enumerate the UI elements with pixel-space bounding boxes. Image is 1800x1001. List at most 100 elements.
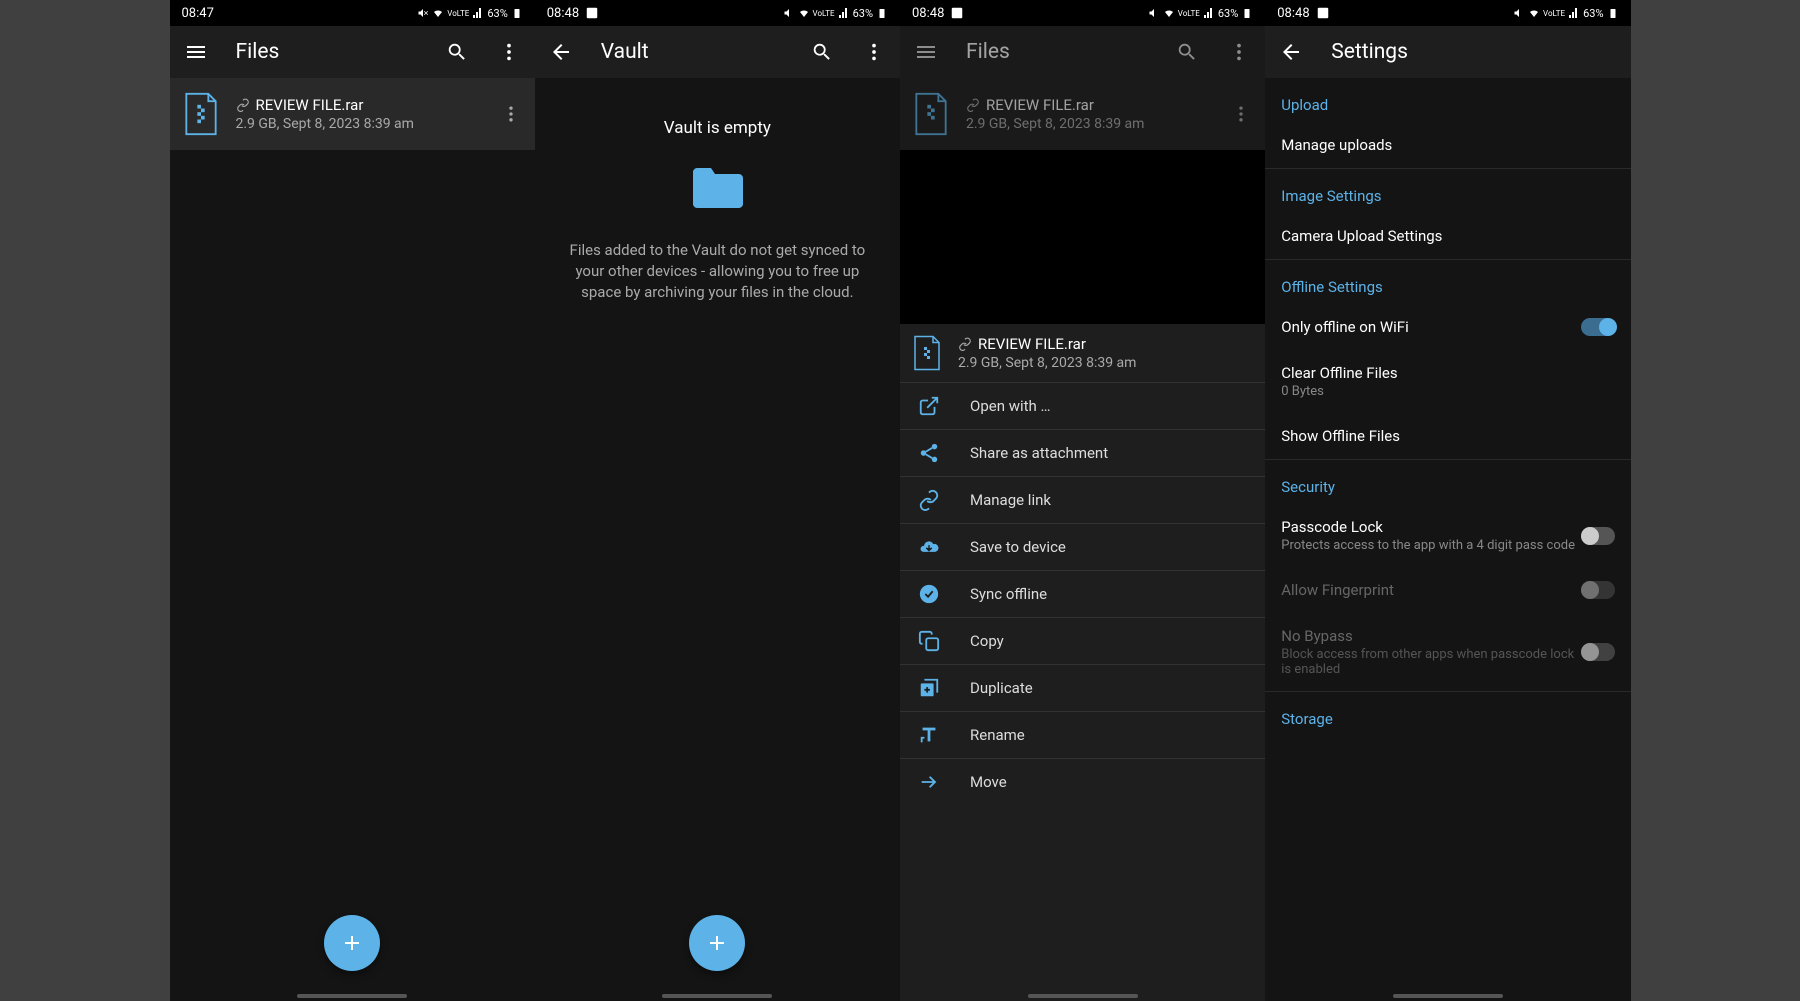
menu-rename[interactable]: Rename (900, 711, 1265, 758)
status-bar: 08:48 VoLTE 63% (535, 0, 900, 26)
app-bar: Vault (535, 26, 900, 78)
notification-icon (585, 6, 599, 20)
item-clear-offline[interactable]: Clear Offline Files 0 Bytes (1265, 350, 1630, 413)
file-more-icon[interactable] (499, 102, 523, 126)
file-meta: 2.9 GB, Sept 8, 2023 8:39 am (966, 116, 1213, 132)
text-icon (918, 724, 940, 746)
item-only-wifi[interactable]: Only offline on WiFi (1265, 304, 1630, 350)
rar-file-icon (912, 335, 942, 371)
notification-icon (1316, 6, 1330, 20)
page-title: Settings (1331, 40, 1616, 64)
item-passcode[interactable]: Passcode Lock Protects access to the app… (1265, 504, 1630, 567)
status-time: 08:48 (547, 6, 579, 21)
open-external-icon (918, 395, 940, 417)
file-row[interactable]: REVIEW FILE.rar 2.9 GB, Sept 8, 2023 8:3… (170, 78, 535, 150)
scrim[interactable] (900, 150, 1265, 324)
vault-empty-desc: Files added to the Vault do not get sync… (555, 240, 880, 303)
app-bar: Files (170, 26, 535, 78)
item-manage-uploads[interactable]: Manage uploads (1265, 122, 1630, 169)
copy-icon (918, 630, 940, 652)
mute-icon (1148, 7, 1160, 19)
file-more-icon[interactable] (1229, 102, 1253, 126)
toggle-only-wifi[interactable] (1581, 318, 1615, 336)
sheet-header: REVIEW FILE.rar 2.9 GB, Sept 8, 2023 8:3… (900, 324, 1265, 382)
mute-icon (783, 7, 795, 19)
battery-pct: 63% (1218, 7, 1238, 20)
search-icon[interactable] (445, 40, 469, 64)
section-upload: Upload (1265, 78, 1630, 122)
link-icon (958, 337, 972, 351)
nav-gesture-bar (535, 991, 900, 1001)
menu-duplicate[interactable]: Duplicate (900, 664, 1265, 711)
app-bar: Settings (1265, 26, 1630, 78)
more-icon[interactable] (497, 40, 521, 64)
battery-icon (511, 7, 523, 19)
signal-icon (1568, 7, 1580, 19)
file-name: REVIEW FILE.rar (986, 96, 1094, 114)
status-time: 08:48 (912, 6, 944, 21)
page-title: Files (966, 40, 1147, 64)
section-storage: Storage (1265, 692, 1630, 728)
item-camera-upload[interactable]: Camera Upload Settings (1265, 213, 1630, 260)
nav-gesture-bar (900, 991, 1265, 1001)
more-icon[interactable] (862, 40, 886, 64)
wifi-icon (432, 7, 444, 19)
back-icon[interactable] (1279, 40, 1303, 64)
rar-file-icon (182, 92, 220, 136)
nav-gesture-bar (170, 991, 535, 1001)
nav-gesture-bar (1265, 991, 1630, 1001)
cloud-download-icon (918, 536, 940, 558)
menu-share[interactable]: Share as attachment (900, 429, 1265, 476)
wifi-icon (1163, 7, 1175, 19)
notification-icon (950, 6, 964, 20)
duplicate-icon (918, 677, 940, 699)
item-no-bypass: No Bypass Block access from other apps w… (1265, 613, 1630, 692)
check-circle-icon (918, 583, 940, 605)
battery-pct: 63% (853, 7, 873, 20)
folder-icon (691, 166, 743, 208)
fab-add[interactable] (324, 915, 380, 971)
app-bar: Files (900, 26, 1265, 78)
page-title: Vault (601, 40, 782, 64)
section-security: Security (1265, 460, 1630, 504)
status-time: 08:47 (182, 6, 214, 21)
more-icon[interactable] (1227, 40, 1251, 64)
link-icon (966, 98, 980, 112)
menu-icon[interactable] (184, 40, 208, 64)
arrow-right-icon (918, 771, 940, 793)
item-show-offline[interactable]: Show Offline Files (1265, 413, 1630, 460)
item-fingerprint: Allow Fingerprint (1265, 567, 1630, 613)
menu-move[interactable]: Move (900, 758, 1265, 805)
signal-icon (1203, 7, 1215, 19)
page-title: Files (236, 40, 417, 64)
link-icon (236, 98, 250, 112)
search-icon[interactable] (810, 40, 834, 64)
wifi-icon (798, 7, 810, 19)
menu-manage-link[interactable]: Manage link (900, 476, 1265, 523)
back-icon[interactable] (549, 40, 573, 64)
sheet-file-meta: 2.9 GB, Sept 8, 2023 8:39 am (958, 355, 1253, 371)
status-bar: 08:47 VoLTE 63% (170, 0, 535, 26)
search-icon[interactable] (1175, 40, 1199, 64)
link-icon (918, 489, 940, 511)
menu-save[interactable]: Save to device (900, 523, 1265, 570)
mute-icon (1513, 7, 1525, 19)
fab-add[interactable] (689, 915, 745, 971)
battery-pct: 63% (1583, 7, 1603, 20)
menu-sync[interactable]: Sync offline (900, 570, 1265, 617)
menu-icon[interactable] (914, 40, 938, 64)
battery-pct: 63% (487, 7, 507, 20)
sheet-file-name: REVIEW FILE.rar (978, 335, 1086, 353)
signal-icon (472, 7, 484, 19)
wifi-icon (1528, 7, 1540, 19)
menu-copy[interactable]: Copy (900, 617, 1265, 664)
status-bar: 08:48 VoLTE 63% (900, 0, 1265, 26)
mute-icon (417, 7, 429, 19)
file-row: REVIEW FILE.rar 2.9 GB, Sept 8, 2023 8:3… (900, 78, 1265, 150)
signal-icon (838, 7, 850, 19)
toggle-passcode[interactable] (1581, 527, 1615, 545)
rar-file-icon (912, 92, 950, 136)
menu-open-with[interactable]: Open with … (900, 382, 1265, 429)
status-bar: 08:48 VoLTE 63% (1265, 0, 1630, 26)
status-time: 08:48 (1277, 6, 1309, 21)
